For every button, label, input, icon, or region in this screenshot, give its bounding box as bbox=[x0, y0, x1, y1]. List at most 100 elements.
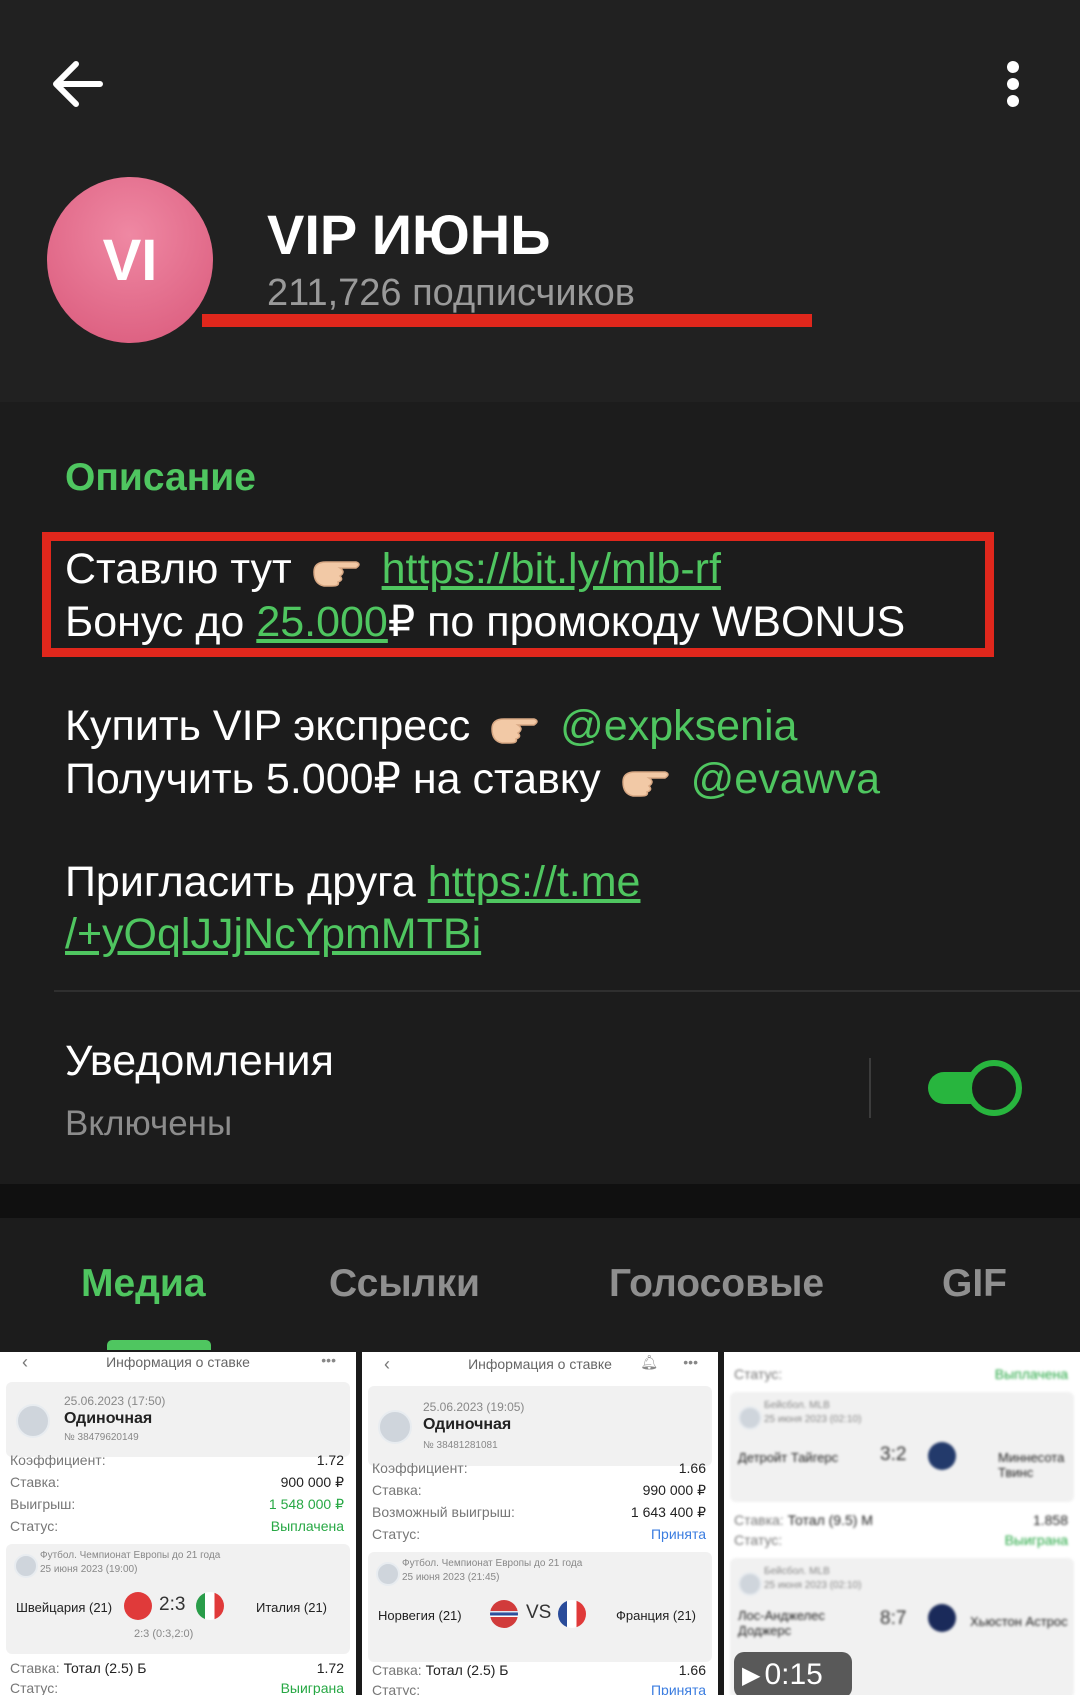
description-text: Пригласить друга bbox=[65, 858, 416, 906]
league-name: Бейсбол. MLB bbox=[764, 1400, 830, 1411]
bet-header-title: Информация о ставке bbox=[468, 1356, 612, 1372]
italy-flag-icon bbox=[196, 1592, 224, 1620]
notifications-label[interactable]: Уведомления bbox=[65, 1037, 334, 1086]
media-thumbnail[interactable]: ‹ Информация о ставке ••• 25.06.2023 (17… bbox=[0, 1352, 356, 1695]
league-name: Футбол. Чемпионат Европы до 21 года bbox=[402, 1558, 583, 1569]
invite-link[interactable]: https://t.me bbox=[428, 858, 641, 906]
more-vert-icon[interactable] bbox=[992, 50, 1034, 118]
description-label: Описание bbox=[65, 456, 256, 499]
bet-screenshot-header: ‹ Информация о ставке ••• bbox=[0, 1352, 356, 1374]
bet-row: Ставка: Тотал (2.5) Б 1.66 bbox=[372, 1662, 706, 1678]
baseball-icon bbox=[738, 1572, 762, 1596]
bet-row: Статус: Выиграна bbox=[10, 1680, 344, 1695]
red-box-highlight bbox=[42, 532, 994, 657]
pointing-hand-icon bbox=[621, 770, 669, 797]
bet-date: 25.06.2023 (19:05) bbox=[423, 1400, 525, 1414]
bet-row: Статус: Выплачена bbox=[734, 1366, 1068, 1382]
description-line-4: Получить 5.000₽ на ставку @evawva bbox=[65, 754, 880, 804]
bet-number: № 38479620149 bbox=[64, 1432, 139, 1443]
bet-row: Выигрыш: 1 548 000 ₽ bbox=[10, 1496, 344, 1512]
video-duration: 0:15 bbox=[764, 1658, 823, 1691]
channel-avatar[interactable]: VI bbox=[47, 177, 213, 343]
bet-card: 25.06.2023 (17:50) Одиночная № 384796201… bbox=[6, 1382, 350, 1457]
match-card: Футбол. Чемпионат Европы до 21 года 25 и… bbox=[368, 1552, 712, 1662]
team-2: Миннесота Твинс bbox=[998, 1450, 1065, 1480]
norway-flag-icon bbox=[490, 1600, 518, 1628]
notifications-toggle[interactable] bbox=[928, 1060, 1022, 1116]
tab-voice[interactable]: Голосовые bbox=[609, 1262, 824, 1306]
bet-date: 25.06.2023 (17:50) bbox=[64, 1394, 166, 1408]
divider bbox=[54, 990, 1080, 992]
more-icon: ••• bbox=[321, 1352, 336, 1368]
toggle-knob bbox=[966, 1060, 1022, 1116]
video-duration-badge: ▶ 0:15 bbox=[734, 1652, 852, 1695]
bell-icon: 🔔︎ bbox=[640, 1354, 658, 1370]
team-1: Детройт Тайгерс bbox=[738, 1450, 839, 1465]
team-1: Лос-Анджелес Доджерс bbox=[738, 1608, 825, 1638]
bet-row: Статус: Принята bbox=[372, 1682, 706, 1695]
team-2: Хьюстон Астрос bbox=[970, 1614, 1068, 1629]
video-thumbnail[interactable]: Статус: Выплачена Бейсбол. MLB 25 июня 20… bbox=[724, 1352, 1080, 1695]
pointing-hand-icon bbox=[491, 717, 538, 744]
red-underline-highlight bbox=[202, 314, 812, 327]
section-gap bbox=[0, 1184, 1080, 1218]
bet-row: Ставка: Тотал (2.5) Б 1.72 bbox=[10, 1660, 344, 1676]
league-name: Бейсбол. MLB bbox=[764, 1566, 830, 1577]
match-score: 3:2 bbox=[880, 1444, 907, 1465]
score-detail: 2:3 (0:3,2:0) bbox=[134, 1628, 194, 1640]
bet-header-title: Информация о ставке bbox=[106, 1354, 250, 1370]
bet-row: Ставка: 990 000 ₽ bbox=[372, 1482, 706, 1498]
astros-logo-icon bbox=[928, 1604, 956, 1632]
bet-row: Ставка: 900 000 ₽ bbox=[10, 1474, 344, 1490]
mention-evawva[interactable]: @evawva bbox=[691, 755, 880, 803]
mention-expksenia[interactable]: @expksenia bbox=[560, 702, 797, 750]
bet-row: Статус: Выиграна bbox=[734, 1532, 1068, 1548]
subscriber-count: 211,726 подписчиков bbox=[267, 272, 635, 314]
match-date: 25 июня 2023 (02:10) bbox=[764, 1580, 862, 1591]
team-2: Франция (21) bbox=[616, 1608, 696, 1623]
more-icon: ••• bbox=[683, 1354, 698, 1370]
match-score: VS bbox=[526, 1602, 552, 1623]
tab-media[interactable]: Медиа bbox=[81, 1262, 206, 1306]
match-card: Футбол. Чемпионат Европы до 21 года 25 и… bbox=[6, 1544, 350, 1654]
description-line-6: /+yOqlJJjNcYpmMTBi bbox=[65, 910, 481, 959]
back-arrow-icon[interactable] bbox=[44, 50, 112, 118]
team-2: Италия (21) bbox=[256, 1600, 327, 1615]
bet-screenshot-header: ‹ Информация о ставке 🔔︎ ••• bbox=[362, 1352, 718, 1374]
bet-row: Статус: Принята bbox=[372, 1526, 706, 1542]
description-text: Получить 5.000₽ на ставку bbox=[65, 755, 601, 803]
invite-link-continued[interactable]: /+yOqlJJjNcYpmMTBi bbox=[65, 910, 481, 958]
tab-gif[interactable]: GIF bbox=[942, 1262, 1007, 1306]
bet-kind: Одиночная bbox=[64, 1410, 153, 1427]
play-icon: ▶ bbox=[742, 1661, 761, 1689]
active-tab-indicator bbox=[107, 1340, 211, 1350]
france-flag-icon bbox=[558, 1600, 586, 1628]
bet-row: Коэффициент: 1.72 bbox=[10, 1452, 344, 1468]
match-date: 25 июня 2023 (02:10) bbox=[764, 1414, 862, 1425]
channel-title: VIP ИЮНЬ bbox=[267, 203, 551, 266]
bet-number: № 38481281081 bbox=[423, 1440, 498, 1451]
soccer-ball-icon bbox=[16, 1404, 50, 1438]
soccer-ball-icon bbox=[14, 1554, 38, 1578]
vertical-divider bbox=[869, 1058, 871, 1118]
tab-links[interactable]: Ссылки bbox=[329, 1262, 480, 1306]
bet-kind: Одиночная bbox=[423, 1416, 512, 1433]
match-score: 8:7 bbox=[880, 1608, 907, 1629]
soccer-ball-icon bbox=[378, 1410, 412, 1444]
description-line-5: Пригласить друга https://t.me bbox=[65, 858, 640, 907]
match-date: 25 июня 2023 (19:00) bbox=[40, 1564, 138, 1575]
switzerland-flag-icon bbox=[124, 1592, 152, 1620]
bet-row: Возможный выигрыш: 1 643 400 ₽ bbox=[372, 1504, 706, 1520]
bet-row: Коэффициент: 1.66 bbox=[372, 1460, 706, 1476]
description-text: Купить VIP экспресс bbox=[65, 702, 471, 750]
bet-card: 25.06.2023 (19:05) Одиночная № 384812810… bbox=[368, 1386, 712, 1466]
bet-row: Ставка: Тотал (9.5) М 1.858 bbox=[734, 1512, 1068, 1528]
twins-logo-icon bbox=[928, 1442, 956, 1470]
media-thumbnail[interactable]: ‹ Информация о ставке 🔔︎ ••• 25.06.2023 … bbox=[362, 1352, 718, 1695]
bet-row: Статус: Выплачена bbox=[10, 1518, 344, 1534]
match-date: 25 июня 2023 (21:45) bbox=[402, 1572, 500, 1583]
match-card: Бейсбол. MLB 25 июня 2023 (02:10) Детрой… bbox=[730, 1392, 1074, 1502]
team-1: Норвегия (21) bbox=[378, 1608, 462, 1623]
match-score: 2:3 bbox=[159, 1594, 186, 1615]
team-1: Швейцария (21) bbox=[16, 1600, 113, 1615]
